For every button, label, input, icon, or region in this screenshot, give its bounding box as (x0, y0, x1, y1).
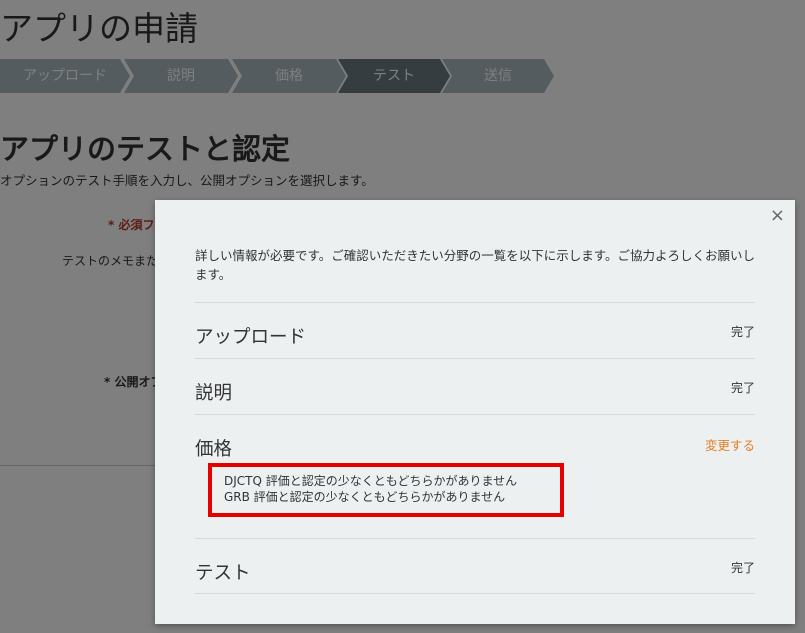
checklist-row-pricing: 価格 変更する DJCTQ 評価と認定の少なくともどちらかがありません GRB … (195, 414, 755, 538)
error-message: DJCTQ 評価と認定の少なくともどちらかがありません (224, 474, 518, 488)
close-icon[interactable]: × (770, 206, 785, 226)
info-required-dialog: × 詳しい情報が必要です。ご確認いただきたい分野の一覧を以下に示します。ご協力よ… (155, 200, 795, 624)
pricing-errors-box: DJCTQ 評価と認定の少なくともどちらかがありません GRB 評価と認定の少な… (208, 463, 564, 517)
checklist-row-test: テスト 完了 (195, 538, 755, 594)
error-message: GRB 評価と認定の少なくともどちらかがありません (224, 490, 506, 504)
row-status: 完了 (730, 381, 755, 395)
app-submission-page: アプリの申請 アップロード 説明 価格 テスト 送信 アプリのテストと認定 オプ… (0, 0, 805, 633)
row-label: 説明 (195, 383, 233, 404)
checklist-row-description: 説明 完了 (195, 358, 755, 414)
row-status: 完了 (730, 561, 755, 575)
dialog-intro-text: 詳しい情報が必要です。ご確認いただきたい分野の一覧を以下に示します。ご協力よろし… (195, 248, 756, 282)
row-status: 完了 (730, 325, 755, 339)
row-label: テスト (195, 563, 251, 584)
change-pricing-link[interactable]: 変更する (705, 435, 755, 454)
row-label: アップロード (195, 327, 307, 348)
row-label: 価格 (195, 439, 233, 460)
divider (195, 593, 755, 594)
checklist-row-upload: アップロード 完了 (195, 302, 755, 358)
